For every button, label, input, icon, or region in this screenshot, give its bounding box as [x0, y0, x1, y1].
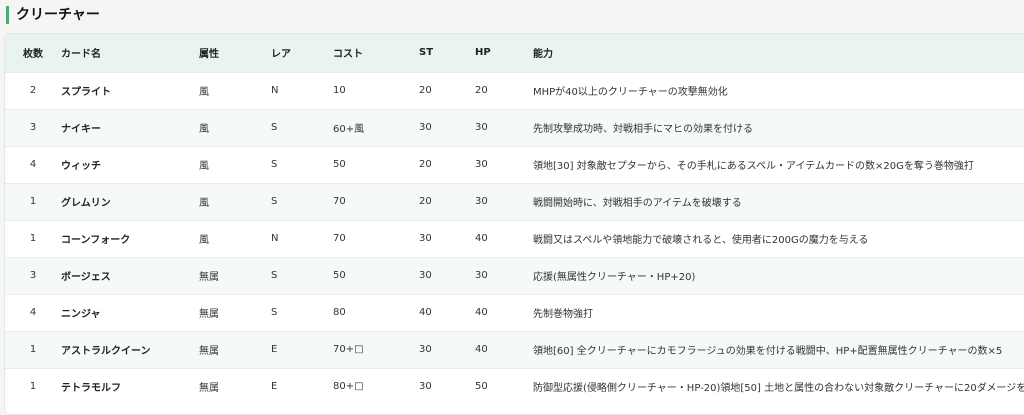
cell-ability: 応援(無属性クリーチャー・HP+20) [533, 272, 696, 283]
cell-st: 30 [419, 233, 432, 244]
cell-hp: 30 [475, 159, 488, 170]
cell-attribute: 風 [199, 124, 209, 135]
cell-count: 3 [29, 122, 37, 133]
cell-attribute: 無属 [199, 272, 219, 283]
cell-attribute: 風 [199, 87, 209, 98]
table-row: 1 アストラルクイーン 無属 E 70+□ 30 40 領地[60] 全クリーチ… [5, 331, 1024, 368]
cell-attribute: 無属 [199, 309, 219, 320]
column-header-ability: 能力 [533, 49, 553, 61]
cell-hp: 30 [475, 196, 488, 207]
creature-table: 枚数 カード名 属性 レア コスト ST HP 能力 2 スプライト 風 N 1… [5, 34, 1024, 405]
table-row: 1 グレムリン 風 S 70 20 30 戦闘開始時に、対戦相手のアイテムを破壊… [5, 183, 1024, 220]
cell-cost: 10 [333, 85, 346, 96]
cell-rarity: S [271, 307, 278, 318]
cell-cost: 70 [333, 233, 346, 244]
section-header: クリーチャー [0, 0, 1024, 30]
cell-cost: 60+風 [333, 124, 365, 135]
cell-st: 30 [419, 270, 432, 281]
cell-st: 20 [419, 85, 432, 96]
cell-count: 4 [29, 307, 37, 318]
cell-ability: 防御型応援(侵略側クリーチャー・HP-20)領地[50] 土地と属性の合わない対… [533, 383, 1024, 395]
cell-rarity: S [271, 122, 278, 133]
cell-ability: 先制攻撃成功時、対戦相手にマヒの効果を付ける [533, 124, 753, 135]
table-row: 3 ナイキー 風 S 60+風 30 30 先制攻撃成功時、対戦相手にマヒの効果… [5, 109, 1024, 146]
cell-st: 30 [419, 344, 432, 355]
table-row: 1 テトラモルフ 無属 E 80+□ 30 50 防御型応援(侵略側クリーチャー… [5, 368, 1024, 405]
column-header-attribute: 属性 [199, 49, 219, 61]
cell-name: ニンジャ [61, 309, 101, 320]
section-accent-bar [6, 6, 9, 24]
cell-st: 40 [419, 307, 432, 318]
cell-cost: 70 [333, 196, 346, 207]
table-row: 1 コーンフォーク 風 N 70 30 40 戦闘又はスペルや領地能力で破壊され… [5, 220, 1024, 257]
cell-rarity: E [271, 381, 278, 393]
cell-rarity: S [271, 270, 278, 281]
cell-name: アストラルクイーン [61, 346, 151, 357]
table-row: 4 ニンジャ 無属 S 80 40 40 先制巻物強打 [5, 294, 1024, 331]
cell-attribute: 風 [199, 235, 209, 246]
column-header-cost: コスト [333, 49, 363, 61]
cell-st: 20 [419, 196, 432, 207]
cell-name: コーンフォーク [61, 235, 131, 246]
cell-rarity: S [271, 159, 278, 170]
cell-count: 2 [29, 85, 37, 96]
cell-name: テトラモルフ [61, 383, 121, 395]
cell-ability: MHPが40以上のクリーチャーの攻撃無効化 [533, 87, 728, 98]
cell-hp: 30 [475, 122, 488, 133]
cell-name: ウィッチ [61, 161, 101, 172]
cell-cost: 50 [333, 270, 346, 281]
column-header-hp: HP [475, 47, 491, 59]
cell-count: 1 [29, 344, 37, 355]
cell-name: グレムリン [61, 198, 111, 209]
cell-cost: 80+□ [333, 381, 364, 393]
cell-ability: 領地[30] 対象敵セプターから、その手札にあるスペル・アイテムカードの数×20… [533, 161, 974, 172]
table-row: 3 ボージェス 無属 S 50 30 30 応援(無属性クリーチャー・HP+20… [5, 257, 1024, 294]
cell-count: 3 [29, 270, 37, 281]
cell-ability: 先制巻物強打 [533, 309, 593, 320]
table-row: 2 スプライト 風 N 10 20 20 MHPが40以上のクリーチャーの攻撃無… [5, 72, 1024, 109]
column-header-count: 枚数 [23, 49, 43, 61]
cell-cost: 80 [333, 307, 346, 318]
cell-name: ボージェス [61, 272, 111, 283]
creature-table-container: 枚数 カード名 属性 レア コスト ST HP 能力 2 スプライト 風 N 1… [4, 33, 1024, 415]
table-row: 4 ウィッチ 風 S 50 20 30 領地[30] 対象敵セプターから、その手… [5, 146, 1024, 183]
cell-attribute: 無属 [199, 383, 219, 395]
cell-ability: 戦闘又はスペルや領地能力で破壊されると、使用者に200Gの魔力を与える [533, 235, 869, 246]
cell-cost: 70+□ [333, 344, 364, 355]
cell-cost: 50 [333, 159, 346, 170]
cell-hp: 20 [475, 85, 488, 96]
cell-name: スプライト [61, 87, 111, 98]
cell-hp: 40 [475, 233, 488, 244]
cell-st: 20 [419, 159, 432, 170]
cell-rarity: S [271, 196, 278, 207]
section-title: クリーチャー [16, 7, 100, 23]
cell-count: 1 [29, 233, 37, 244]
cell-attribute: 無属 [199, 346, 219, 357]
cell-hp: 40 [475, 307, 488, 318]
cell-rarity: E [271, 344, 278, 355]
cell-hp: 30 [475, 270, 488, 281]
cell-hp: 50 [475, 381, 488, 393]
column-header-rarity: レア [271, 49, 291, 61]
cell-rarity: N [271, 233, 279, 244]
cell-count: 4 [29, 159, 37, 170]
cell-ability: 戦闘開始時に、対戦相手のアイテムを破壊する [533, 198, 742, 209]
column-header-st: ST [419, 47, 434, 59]
cell-rarity: N [271, 85, 279, 96]
cell-ability: 領地[60] 全クリーチャーにカモフラージュの効果を付ける戦闘中、HP+配置無属… [533, 346, 1003, 357]
cell-hp: 40 [475, 344, 488, 355]
table-body: 2 スプライト 風 N 10 20 20 MHPが40以上のクリーチャーの攻撃無… [5, 72, 1024, 405]
cell-st: 30 [419, 381, 432, 393]
table-header-row: 枚数 カード名 属性 レア コスト ST HP 能力 [5, 34, 1024, 72]
cell-count: 1 [29, 196, 37, 207]
column-header-name: カード名 [61, 49, 101, 61]
cell-name: ナイキー [61, 124, 101, 135]
cell-count: 1 [29, 381, 37, 393]
cell-attribute: 風 [199, 161, 209, 172]
cell-st: 30 [419, 122, 432, 133]
cell-attribute: 風 [199, 198, 209, 209]
